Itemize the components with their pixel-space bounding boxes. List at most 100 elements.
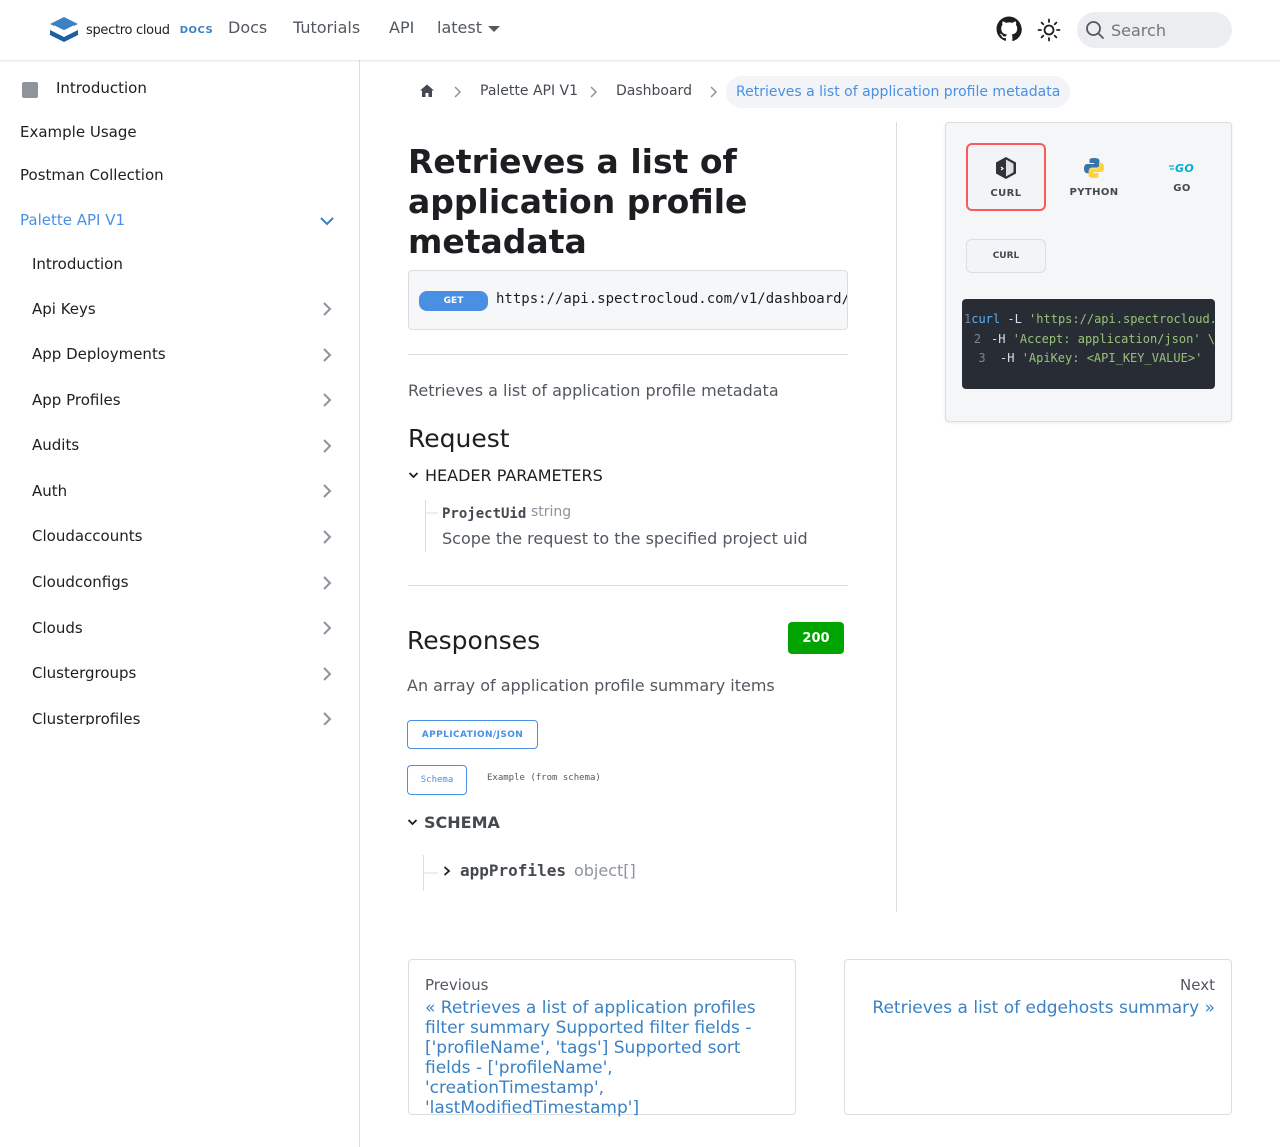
chevron-down-icon (407, 819, 418, 826)
param-type: string (531, 504, 572, 520)
pagination-next-title: Retrieves a list of edgehosts summary » (872, 998, 1215, 1018)
sidebar-item-clouds[interactable]: Clouds (32, 619, 83, 637)
chevron-down-icon (408, 472, 419, 479)
request-heading: Request (408, 424, 510, 453)
page-title: Retrieves a list of application profile … (408, 142, 748, 261)
line-number: 1 (964, 312, 972, 326)
chevron-right-icon[interactable] (320, 302, 334, 316)
sidebar-item-cloudconfigs[interactable]: Cloudconfigs (32, 573, 129, 591)
sidebar-item-app-profiles[interactable]: App Profiles (32, 391, 121, 409)
language-tab-python[interactable]: PYTHON (1054, 143, 1134, 211)
content-type-tab[interactable]: APPLICATION/JSON (407, 720, 538, 749)
breadcrumb-separator-icon (590, 86, 598, 98)
sidebar-item-introduction-v1[interactable]: Introduction (32, 255, 123, 273)
language-tab-curl[interactable]: CURL (966, 143, 1046, 211)
search-icon (1086, 21, 1104, 39)
nav-link-docs[interactable]: Docs (228, 18, 267, 37)
sidebar-scroll-area[interactable]: Introduction Example Usage Postman Colle… (0, 60, 359, 725)
line-number: 2 (973, 331, 982, 346)
code-block[interactable]: 1 curl -L 'https://api.spectrocloud.com/… (962, 299, 1215, 389)
tree-connector (426, 512, 438, 514)
chevron-right-icon (443, 865, 451, 876)
sidebar-section-palette-api-v1[interactable]: Palette API V1 (20, 211, 125, 229)
breadcrumb-separator-icon (454, 86, 462, 98)
schema-property-toggle[interactable]: appProfiles object[] (442, 861, 636, 880)
code-variant-tab-curl[interactable]: CURL (966, 239, 1046, 273)
param-description: Scope the request to the specified proje… (442, 529, 808, 548)
language-tab-go[interactable]: GO GO (1142, 143, 1222, 211)
language-tab-curl-label: CURL (990, 187, 1022, 199)
code-line: 2 -H 'Accept: application/json' \ (962, 332, 1215, 352)
code-flag: -L (1000, 312, 1030, 326)
spectro-cloud-logo[interactable]: spectro cloud DOCS (48, 16, 213, 44)
schema-property-name: appProfiles (460, 861, 566, 880)
chevron-right-icon[interactable] (320, 667, 334, 681)
sidebar-item-clustergroups[interactable]: Clustergroups (32, 664, 136, 682)
pagination-previous-label: Previous (425, 976, 489, 994)
code-string: 'ApiKey: <API_KEY_VALUE>' (1021, 351, 1203, 365)
sidebar: Introduction Example Usage Postman Colle… (0, 60, 360, 1147)
pagination-next[interactable]: Next Retrieves a list of edgehosts summa… (844, 959, 1232, 1115)
breadcrumb-palette-api-v1[interactable]: Palette API V1 (480, 83, 578, 99)
nav-link-tutorials[interactable]: Tutorials (293, 18, 360, 37)
http-method-badge: GET (419, 291, 488, 311)
code-flag: -H (991, 331, 1013, 346)
theme-toggle-icon[interactable] (1037, 18, 1061, 42)
python-icon (1084, 157, 1104, 178)
sidebar-item-postman-collection[interactable]: Postman Collection (20, 166, 164, 184)
code-string: 'https://api.spectrocloud.com/v1/dashboa… (1029, 312, 1215, 326)
sidebar-item-api-keys[interactable]: Api Keys (32, 300, 96, 318)
home-icon[interactable] (419, 83, 435, 99)
chevron-right-icon[interactable] (320, 576, 334, 590)
chevron-right-icon[interactable] (320, 348, 334, 362)
example-tab[interactable]: Example (from schema) (487, 773, 601, 783)
sidebar-item-app-deployments[interactable]: App Deployments (32, 345, 166, 363)
language-tab-go-label: GO (1173, 182, 1191, 194)
schema-tab[interactable]: Schema (407, 765, 467, 795)
logo-text: spectro cloud (86, 22, 170, 38)
search-box[interactable] (1077, 12, 1232, 48)
chevron-right-icon[interactable] (320, 439, 334, 453)
sidebar-item-audits[interactable]: Audits (32, 436, 79, 454)
svg-text:GO: GO (1175, 162, 1194, 175)
github-icon[interactable] (996, 16, 1022, 42)
code-command: curl (971, 312, 1001, 326)
chevron-right-icon[interactable] (320, 393, 334, 407)
sidebar-item-cloudaccounts[interactable]: Cloudaccounts (32, 527, 142, 545)
chevron-right-icon[interactable] (320, 712, 334, 725)
search-input[interactable] (1111, 20, 1221, 40)
schema-label: SCHEMA (424, 813, 500, 832)
pagination-previous[interactable]: Previous « Retrieves a list of applicati… (408, 959, 796, 1118)
code-samples-panel: CURL PYTHON GO GO CURL 1 curl -L 'https:… (945, 122, 1232, 422)
code-line: 3 -H 'ApiKey: <API_KEY_VALUE>' (962, 351, 1215, 371)
status-code-tab[interactable]: 200 (788, 622, 844, 654)
schema-toggle[interactable]: SCHEMA (407, 813, 500, 832)
sidebar-item-introduction[interactable]: Introduction (56, 79, 147, 97)
breadcrumb-current-page: Retrieves a list of application profile … (726, 76, 1071, 108)
line-number: 3 (978, 351, 986, 365)
chevron-right-icon[interactable] (320, 484, 334, 498)
sidebar-item-example-usage[interactable]: Example Usage (20, 123, 137, 141)
response-description: An array of application profile summary … (407, 676, 775, 695)
param-name: ProjectUid (442, 506, 527, 522)
chevron-right-icon[interactable] (320, 530, 334, 544)
go-icon: GO (1169, 162, 1194, 175)
pagination-next-label: Next (1180, 976, 1215, 994)
language-tab-python-label: PYTHON (1069, 186, 1119, 198)
code-flag: -H (1000, 351, 1022, 365)
divider (408, 585, 848, 586)
chevron-down-icon[interactable] (318, 212, 336, 230)
responses-heading: Responses (407, 626, 541, 655)
introduction-icon (22, 82, 38, 98)
breadcrumb-dashboard[interactable]: Dashboard (616, 83, 692, 99)
caret-down-icon (487, 25, 500, 32)
version-dropdown[interactable]: latest (437, 18, 500, 37)
sidebar-item-auth[interactable]: Auth (32, 482, 67, 500)
code-string: 'Accept: application/json' \ (1012, 331, 1215, 346)
top-navbar: spectro cloud DOCS Docs Tutorials API la… (0, 0, 1280, 60)
chevron-right-icon[interactable] (320, 621, 334, 635)
schema-item: appProfiles object[] (423, 855, 843, 891)
header-parameters-toggle[interactable]: HEADER PARAMETERS (408, 466, 603, 485)
nav-link-api[interactable]: API (389, 18, 414, 37)
sidebar-item-clusterprofiles[interactable]: Clusterprofiles (32, 710, 140, 725)
